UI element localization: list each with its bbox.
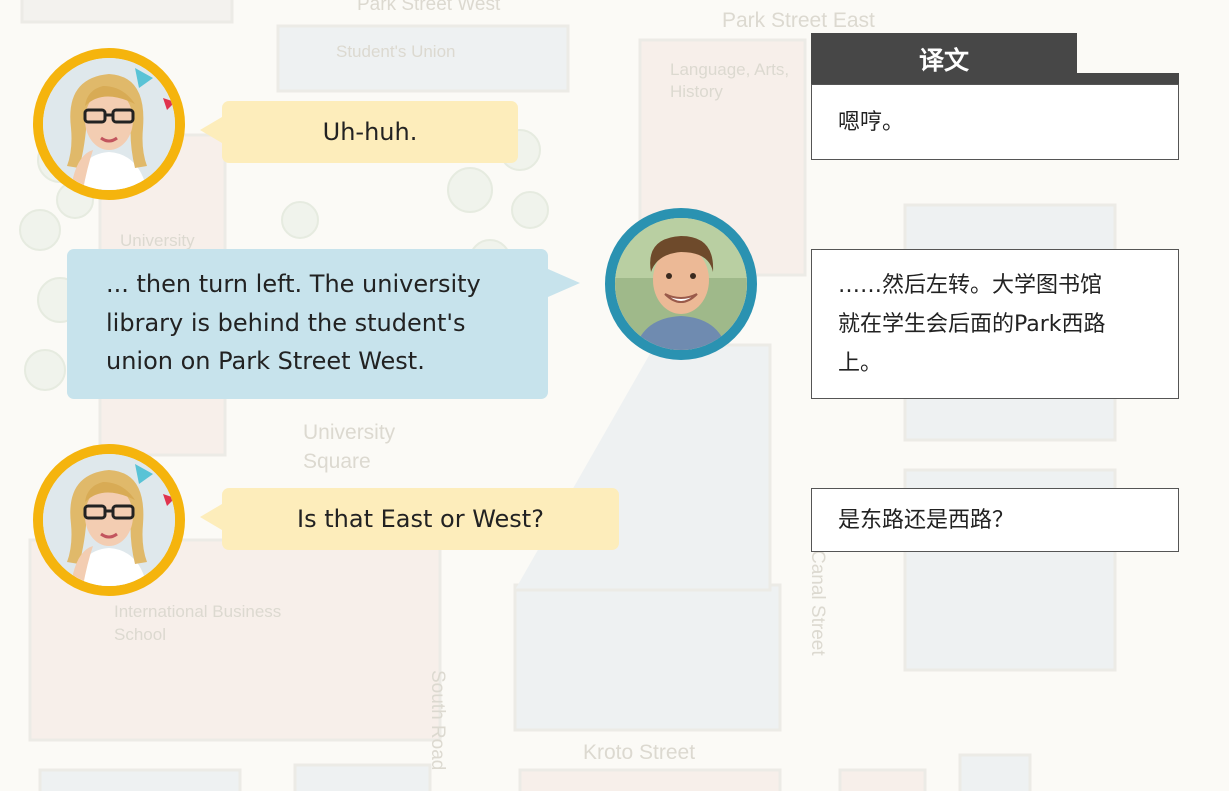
- dialogue-text: Uh-huh.: [322, 118, 418, 146]
- man-avatar-icon: [615, 218, 747, 350]
- map-label-students-union: Student's Union: [336, 42, 456, 61]
- translation-line: 就在学生会后面的Park西路: [838, 312, 1106, 337]
- bubble-tail: [200, 504, 222, 530]
- translation-box-3: 是东路还是西路？: [811, 488, 1179, 552]
- map-label-history: History: [670, 82, 723, 101]
- translation-header-bar: [1077, 73, 1179, 84]
- map-label-university-square-2: Square: [303, 450, 371, 473]
- dialogue-bubble-3: Is that East or West?: [200, 488, 619, 550]
- man-avatar: [605, 208, 757, 360]
- map-label-south-road: South Road: [427, 670, 448, 771]
- map-label-intl-business: International Business: [114, 602, 282, 621]
- woman-avatar-icon: [43, 454, 175, 586]
- woman-avatar-icon: [43, 58, 175, 190]
- map-label-park-street-west: Park Street West: [357, 0, 501, 15]
- map-label-kroto-street: Kroto Street: [583, 741, 696, 764]
- translation-line: 上。: [838, 351, 883, 376]
- translation-line: 嗯哼。: [838, 110, 905, 135]
- bubble-tail: [200, 117, 222, 143]
- map-label-university-square-1: University: [303, 421, 396, 444]
- map-label-school: School: [114, 625, 166, 644]
- dialogue-bubble-2: ... then turn left. The university libra…: [67, 249, 580, 399]
- translation-header: 译文: [811, 33, 1077, 84]
- dialogue-text: Is that East or West?: [297, 505, 544, 533]
- map-label-park-street-east: Park Street East: [722, 9, 875, 32]
- translation-box-1: 嗯哼。: [811, 84, 1179, 160]
- woman-avatar: [33, 444, 185, 596]
- map-label-canal-street: Canal Street: [807, 550, 828, 656]
- woman-avatar: [33, 48, 185, 200]
- translation-line: ……然后左转。大学图书馆: [838, 273, 1103, 298]
- map-label-language-arts: Language, Arts,: [670, 60, 790, 79]
- dialogue-bubble-1: Uh-huh.: [200, 101, 518, 163]
- translation-box-2: ……然后左转。大学图书馆 就在学生会后面的Park西路 上。: [811, 249, 1179, 399]
- dialogue-line: ... then turn left. The university: [106, 270, 481, 298]
- dialogue-line: union on Park Street West.: [106, 347, 425, 375]
- bubble-tail: [548, 269, 580, 297]
- translation-line: 是东路还是西路？: [838, 508, 1015, 533]
- dialogue-line: library is behind the student's: [106, 308, 466, 337]
- translation-header-label: 译文: [918, 45, 969, 75]
